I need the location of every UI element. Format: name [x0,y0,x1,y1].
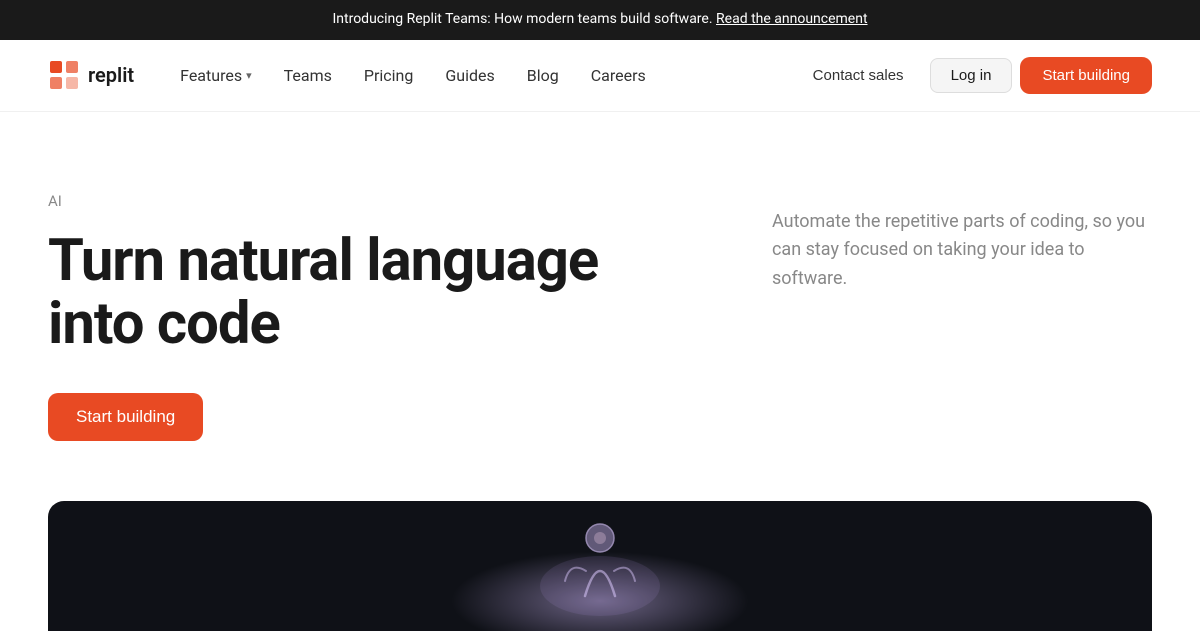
hero-content-left: AI Turn natural language into code Start… [48,192,608,442]
navbar: replit Features ▾ Teams Pricing Guides B… [0,40,1200,112]
nav-item-guides[interactable]: Guides [431,58,508,93]
logo-link[interactable]: replit [48,59,134,91]
hero-label: AI [48,192,608,210]
nav-links: Features ▾ Teams Pricing Guides Blog Car… [166,58,795,93]
hero-title: Turn natural language into code [48,230,608,358]
nav-item-blog[interactable]: Blog [513,58,573,93]
hero-content-right: Automate the repetitive parts of coding,… [772,192,1152,294]
nav-actions: Contact sales Log in Start building [795,57,1152,94]
announcement-link[interactable]: Read the announcement [716,11,868,27]
start-building-nav-button[interactable]: Start building [1020,57,1152,94]
login-button[interactable]: Log in [930,58,1013,93]
nav-item-careers[interactable]: Careers [577,58,660,93]
hero-description: Automate the repetitive parts of coding,… [772,208,1152,294]
nav-item-pricing[interactable]: Pricing [350,58,428,93]
announcement-text: Introducing Replit Teams: How modern tea… [332,11,712,27]
nav-item-teams[interactable]: Teams [270,58,346,93]
demo-illustration [520,506,680,616]
demo-section [48,501,1152,631]
start-building-hero-button[interactable]: Start building [48,393,203,441]
logo-text: replit [88,63,134,87]
contact-sales-button[interactable]: Contact sales [795,59,922,92]
replit-logo-icon [48,59,80,91]
hero-section: AI Turn natural language into code Start… [0,112,1200,502]
announcement-bar: Introducing Replit Teams: How modern tea… [0,0,1200,40]
nav-item-features[interactable]: Features ▾ [166,58,265,93]
demo-figure [520,506,680,631]
features-chevron-icon: ▾ [246,69,252,82]
